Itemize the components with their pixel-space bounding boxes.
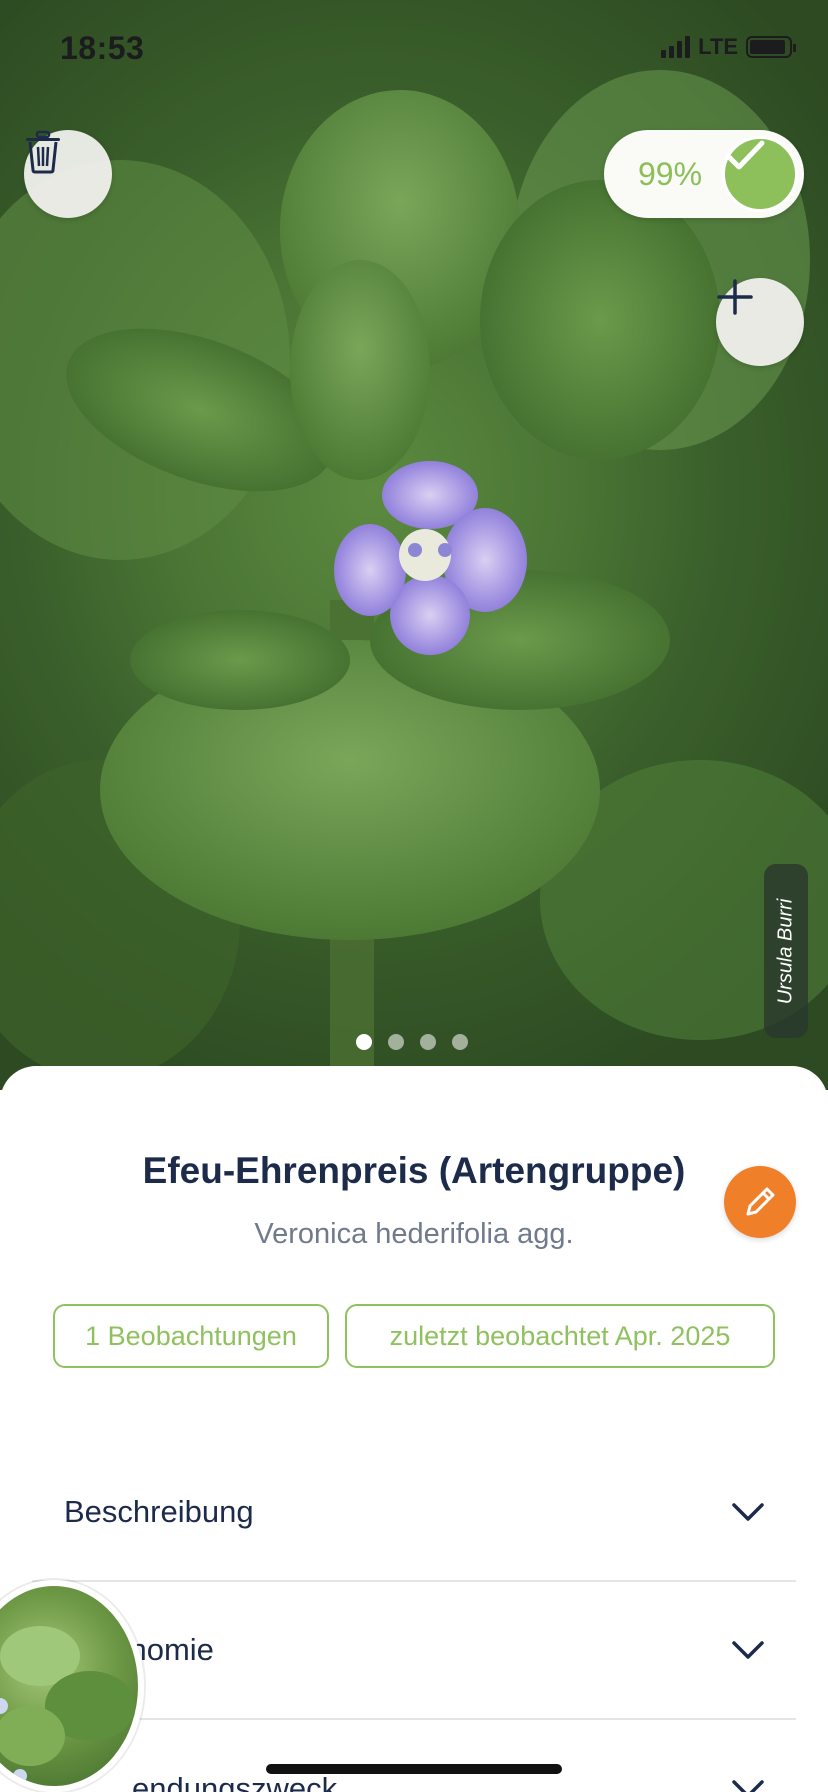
add-photo-button[interactable] (716, 278, 804, 366)
status-time: 18:53 (60, 30, 145, 66)
section-usage[interactable]: endungszweck (32, 1720, 796, 1792)
chevron-down-icon (730, 1771, 766, 1792)
section-description[interactable]: Beschreibung (32, 1444, 796, 1582)
section-taxonomy[interactable]: Taxonomie (32, 1582, 796, 1720)
confidence-badge[interactable]: 99% (604, 130, 804, 218)
observations-count-chip[interactable]: 1 Beobachtungen (53, 1304, 329, 1368)
home-indicator[interactable] (266, 1764, 562, 1774)
section-label: endungszweck (132, 1771, 338, 1792)
photo-credit: Ursula Burri (764, 864, 808, 1038)
confidence-value: 99% (638, 155, 703, 192)
section-label: Beschreibung (64, 1494, 254, 1529)
chevron-down-icon (730, 1632, 766, 1668)
status-indicators: LTE (661, 34, 796, 60)
species-common-name: Efeu-Ehrenpreis (Artengruppe) (142, 1150, 686, 1191)
species-scientific-name: Veronica hederifolia agg. (254, 1218, 574, 1250)
page-dot[interactable] (420, 1034, 436, 1050)
delete-button[interactable] (24, 130, 112, 218)
photo-credit-text: Ursula Burri (774, 898, 797, 1004)
battery-icon (746, 36, 796, 58)
page-dot[interactable] (356, 1034, 372, 1050)
pencil-icon (746, 1187, 775, 1216)
page-dot[interactable] (452, 1034, 468, 1050)
plus-icon (717, 279, 753, 315)
photo-pagination[interactable] (356, 1034, 468, 1050)
signal-icon (661, 36, 691, 58)
chevron-down-icon (730, 1494, 766, 1530)
species-photo[interactable]: 18:53 LTE 99% Ursula Burri (0, 0, 828, 1090)
edit-button[interactable] (724, 1166, 796, 1238)
last-observed-chip[interactable]: zuletzt beobachtet Apr. 2025 (345, 1304, 775, 1368)
checkmark-icon (722, 136, 798, 212)
page-dot[interactable] (388, 1034, 404, 1050)
trash-icon (26, 130, 60, 174)
network-type: LTE (698, 34, 738, 59)
